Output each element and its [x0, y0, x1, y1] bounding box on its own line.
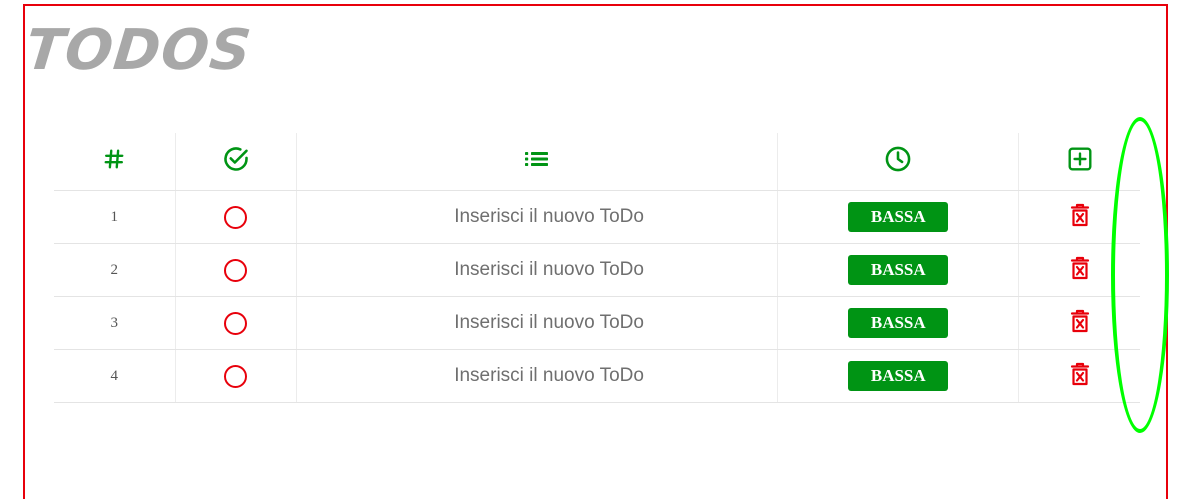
- done-toggle-circle-icon[interactable]: [224, 205, 248, 229]
- row-action-cell: [1018, 349, 1140, 403]
- row-number-cell: 2: [54, 243, 176, 297]
- row-action-cell: [1018, 243, 1140, 297]
- todo-text[interactable]: Inserisci il nuovo ToDo: [454, 259, 644, 280]
- hash-icon: [103, 148, 125, 175]
- delete-trash-icon[interactable]: [1070, 362, 1090, 391]
- header-priority: [777, 133, 1020, 191]
- row-number: 2: [110, 262, 119, 278]
- delete-trash-icon[interactable]: [1070, 309, 1090, 338]
- header-actions: [1018, 133, 1140, 191]
- header-number: [54, 133, 176, 191]
- row-text-cell: Inserisci il nuovo ToDo: [296, 349, 779, 403]
- plus-square-icon[interactable]: [1067, 146, 1093, 177]
- priority-badge[interactable]: BASSA: [848, 361, 949, 391]
- done-toggle-circle-icon[interactable]: [224, 258, 248, 282]
- table-header-row: [54, 133, 1140, 191]
- row-priority-cell: BASSA: [777, 243, 1020, 297]
- row-done-cell: [175, 349, 298, 403]
- delete-trash-icon[interactable]: [1070, 203, 1090, 232]
- row-number: 1: [110, 209, 119, 225]
- row-number-cell: 1: [54, 190, 176, 244]
- row-action-cell: [1018, 190, 1140, 244]
- table-row: 3 Inserisci il nuovo ToDo BASSA: [54, 296, 1140, 350]
- row-text-cell: Inserisci il nuovo ToDo: [296, 243, 779, 297]
- header-done: [175, 133, 298, 191]
- list-icon: [524, 149, 550, 174]
- priority-badge[interactable]: BASSA: [848, 202, 949, 232]
- table-row: 2 Inserisci il nuovo ToDo BASSA: [54, 243, 1140, 297]
- row-action-cell: [1018, 296, 1140, 350]
- header-text: [296, 133, 779, 191]
- row-text-cell: Inserisci il nuovo ToDo: [296, 296, 779, 350]
- priority-badge[interactable]: BASSA: [848, 255, 949, 285]
- priority-badge[interactable]: BASSA: [848, 308, 949, 338]
- row-number: 3: [110, 315, 119, 331]
- done-toggle-circle-icon[interactable]: [224, 311, 248, 335]
- row-priority-cell: BASSA: [777, 296, 1020, 350]
- todo-text[interactable]: Inserisci il nuovo ToDo: [454, 365, 644, 386]
- page-title: TODOS: [22, 18, 255, 83]
- todo-text[interactable]: Inserisci il nuovo ToDo: [454, 206, 644, 227]
- row-done-cell: [175, 296, 298, 350]
- delete-trash-icon[interactable]: [1070, 256, 1090, 285]
- row-number-cell: 3: [54, 296, 176, 350]
- row-done-cell: [175, 243, 298, 297]
- table-row: 4 Inserisci il nuovo ToDo BASSA: [54, 349, 1140, 403]
- row-text-cell: Inserisci il nuovo ToDo: [296, 190, 779, 244]
- todo-table: 1 Inserisci il nuovo ToDo BASSA 2 Inseri…: [54, 133, 1140, 403]
- done-toggle-circle-icon[interactable]: [224, 364, 248, 388]
- clock-icon: [884, 145, 912, 178]
- table-row: 1 Inserisci il nuovo ToDo BASSA: [54, 190, 1140, 244]
- check-circle-icon: [222, 145, 250, 178]
- todo-text[interactable]: Inserisci il nuovo ToDo: [454, 312, 644, 333]
- row-number-cell: 4: [54, 349, 176, 403]
- row-done-cell: [175, 190, 298, 244]
- row-priority-cell: BASSA: [777, 190, 1020, 244]
- row-number: 4: [110, 368, 119, 384]
- row-priority-cell: BASSA: [777, 349, 1020, 403]
